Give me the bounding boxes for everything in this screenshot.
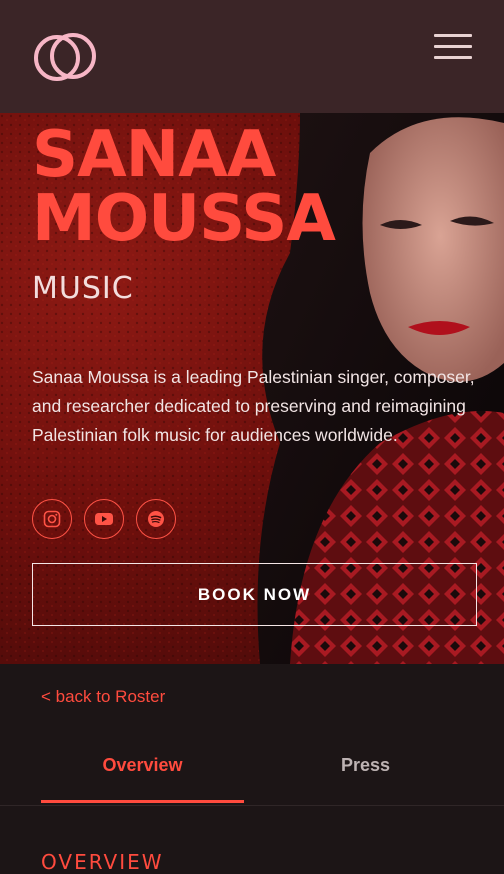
active-tab-indicator [41, 800, 244, 803]
book-now-button[interactable]: BOOK NOW [32, 563, 477, 626]
artist-hero: SANAA MOUSSA MUSIC Sanaa Moussa is a lea… [0, 113, 504, 664]
instagram-icon [43, 510, 61, 528]
artist-name-line1: SANAA [32, 118, 276, 192]
youtube-link[interactable] [84, 499, 124, 539]
site-header [0, 0, 504, 113]
instagram-link[interactable] [32, 499, 72, 539]
social-links [32, 499, 176, 539]
spotify-link[interactable] [136, 499, 176, 539]
hamburger-menu-icon[interactable] [434, 34, 472, 60]
back-to-roster-link[interactable]: < back to Roster [41, 687, 165, 707]
content-tabs: Overview Press [0, 735, 504, 806]
artist-name: SANAA MOUSSA [32, 123, 336, 251]
logo-icon[interactable] [33, 28, 99, 86]
artist-name-line2: MOUSSA [32, 182, 336, 256]
artist-bio: Sanaa Moussa is a leading Palestinian si… [32, 367, 475, 445]
spotify-icon [148, 511, 164, 527]
artist-category: MUSIC [32, 271, 134, 306]
tab-overview[interactable]: Overview [41, 755, 244, 776]
section-title: OVERVIEW [41, 850, 164, 874]
tab-press[interactable]: Press [264, 755, 467, 776]
youtube-icon [95, 513, 113, 525]
